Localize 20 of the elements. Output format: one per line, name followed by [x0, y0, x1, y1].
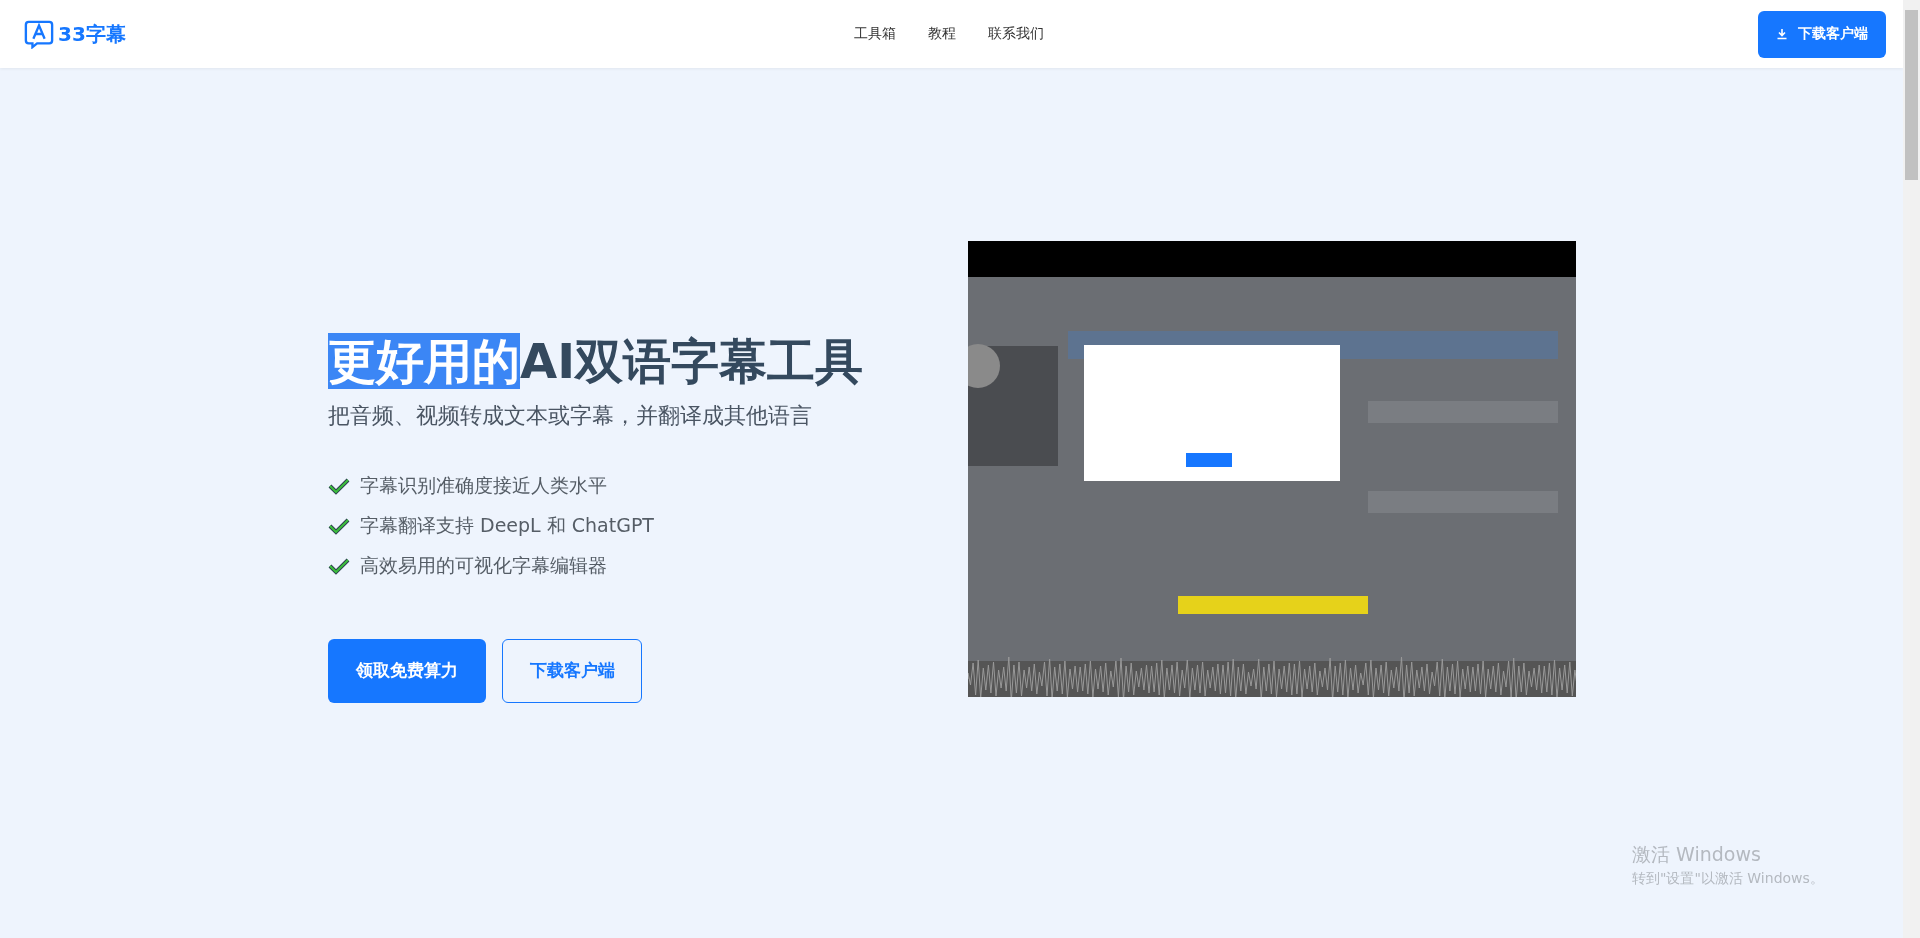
logo-icon: [24, 19, 54, 49]
nav-link[interactable]: 工具箱: [854, 25, 896, 43]
download-icon: [1776, 28, 1788, 40]
hero-subtitle: 把音频、视频转成文本或字幕，并翻译成其他语言: [328, 401, 813, 430]
logo-text[interactable]: 33字幕: [58, 20, 126, 48]
nav-link[interactable]: 教程: [928, 25, 956, 43]
activation-title: 激活 Windows: [1632, 842, 1762, 867]
check-icon: [328, 516, 350, 535]
download-client-button[interactable]: 下载客户端: [502, 638, 642, 703]
check-icon: [328, 556, 350, 575]
feature-text: 字幕识别准确度接近人类水平: [360, 472, 607, 498]
feature-text: 字幕翻译支持 DeepL 和 ChatGPT: [360, 512, 654, 538]
download-button[interactable]: 下载客户端: [1758, 10, 1886, 58]
check-icon: [328, 476, 350, 495]
activation-text: 转到"设置"以激活 Windows。: [1632, 870, 1824, 888]
nav-link[interactable]: 联系我们: [988, 25, 1044, 43]
scrollbar[interactable]: [1903, 0, 1920, 938]
free-credits-button[interactable]: 领取免费算力: [328, 638, 486, 703]
feature-text: 高效易用的可视化字幕编辑器: [360, 552, 607, 578]
hero-title: 更好用的AI双语字幕工具: [328, 333, 864, 391]
